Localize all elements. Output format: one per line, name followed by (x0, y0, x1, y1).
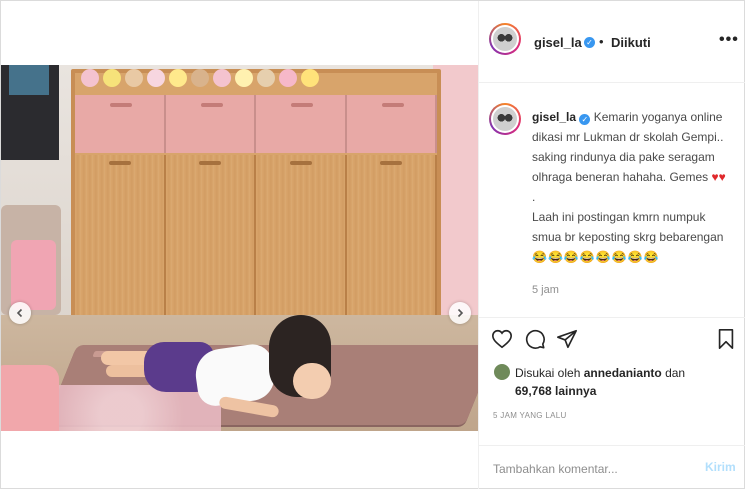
chevron-right-icon (457, 308, 464, 318)
caption-timestamp[interactable]: 5 jam (532, 284, 559, 296)
carousel-prev-button[interactable] (9, 302, 31, 324)
caption-line: dikasi mr Lukman dr skolah Gempi.. (532, 130, 724, 144)
verified-badge-icon: ✓ (584, 37, 595, 48)
likes-prefix: Disukai oleh (515, 366, 581, 380)
likes-conjunction: dan (665, 366, 686, 380)
post-actions-bar (479, 317, 745, 357)
author-username[interactable]: gisel_la (534, 35, 582, 50)
caption-line: smua br keposting skrg bebarengan (532, 230, 724, 244)
photo-cabinet (71, 69, 441, 329)
follow-status-button[interactable]: Diikuti (611, 35, 651, 50)
caption-author-avatar[interactable] (489, 103, 521, 135)
save-button[interactable] (715, 328, 737, 350)
photo-pink-pouf (1, 365, 59, 431)
heart-emoji-icon: ♥♥ (711, 170, 726, 184)
carousel-next-button[interactable] (449, 302, 471, 324)
author-avatar[interactable] (489, 23, 521, 55)
bookmark-icon (718, 329, 734, 349)
verified-badge-icon: ✓ (579, 114, 591, 125)
caption-line: olhraga beneran hahaha. Gemes (532, 170, 709, 184)
caption-line: Kemarin yoganya online (593, 110, 723, 124)
post-header: gisel_la ✓ • Diikuti ••• (479, 1, 745, 83)
chevron-left-icon (16, 308, 23, 318)
liker-avatar[interactable] (493, 363, 511, 381)
comment-input[interactable] (493, 460, 683, 478)
comment-button[interactable] (524, 328, 546, 350)
likes-suffix[interactable]: lainnya (555, 384, 596, 398)
heart-outline-icon (492, 329, 512, 349)
post-media-photo[interactable] (1, 65, 478, 431)
post-caption: gisel_la ✓ Kemarin yoganya online dikasi… (532, 107, 737, 267)
caption-line: saking rindunya dia pake seragam (532, 150, 715, 164)
header-separator: • (599, 34, 604, 49)
more-options-icon[interactable]: ••• (719, 31, 739, 49)
like-button[interactable] (491, 328, 513, 350)
photo-window (1, 65, 59, 160)
likes-summary: Disukai oleh annedanianto dan 69,768 lai… (515, 364, 715, 400)
likes-count[interactable]: 69,768 (515, 384, 552, 398)
post-side-panel: gisel_la ✓ • Diikuti ••• gisel_la ✓ Kema… (478, 1, 745, 489)
photo-pink-chair (11, 240, 56, 310)
post-comment-button[interactable]: Kirim (705, 460, 736, 474)
post-age[interactable]: 5 JAM YANG LALU (493, 411, 567, 420)
photo-plush-toys (81, 65, 331, 91)
laughing-emoji-icon: 😂😂😂😂😂😂😂😂 (532, 250, 660, 264)
photo-child-face (293, 363, 331, 399)
caption-username[interactable]: gisel_la (532, 110, 576, 124)
paper-plane-icon (557, 329, 577, 349)
caption-line: Laah ini postingan kmrn numpuk (532, 210, 706, 224)
liker-username[interactable]: annedanianto (584, 366, 662, 380)
caption-dot: . (532, 190, 536, 204)
share-button[interactable] (556, 328, 578, 350)
instagram-post: gisel_la ✓ • Diikuti ••• gisel_la ✓ Kema… (0, 0, 745, 489)
add-comment-section: Kirim (479, 445, 745, 489)
speech-bubble-icon (525, 329, 545, 349)
